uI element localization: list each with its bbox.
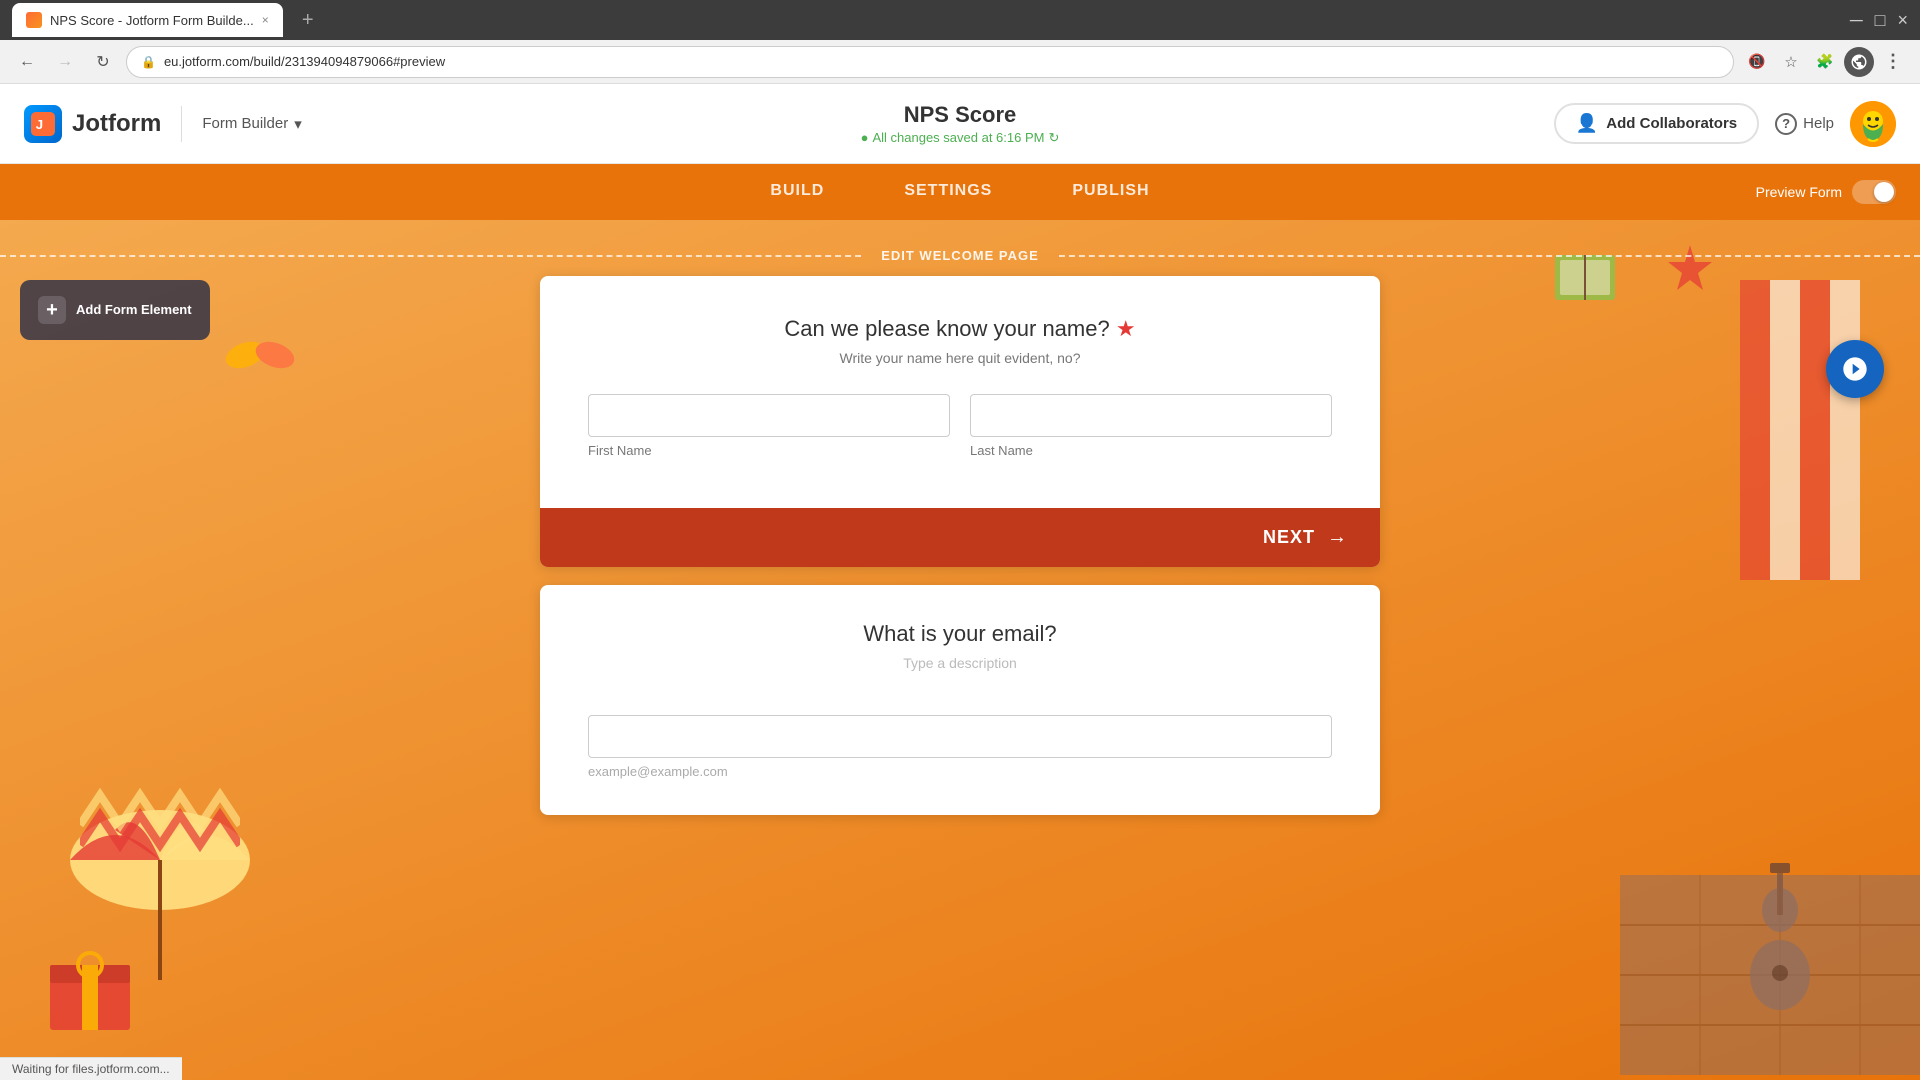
name-fields: First Name Last Name [588,394,1332,458]
status-bar: Waiting for files.jotform.com... [0,1057,182,1080]
email-input-wrap: example@example.com [588,699,1332,779]
flipflops-deco [220,320,300,385]
edit-welcome-text: EDIT WELCOME PAGE [861,242,1059,269]
form-builder-chevron: ▾ [294,115,302,133]
help-button[interactable]: ? Help [1775,113,1834,135]
lock-icon: 🔒 [141,55,156,69]
last-name-field: Last Name [970,394,1332,458]
refresh-button[interactable]: ↻ [88,47,118,77]
back-button[interactable]: ← [12,47,42,77]
email-question-desc: Type a description [588,655,1332,671]
next-arrow-icon: → [1327,526,1348,549]
add-collaborators-button[interactable]: 👤 Add Collaborators [1554,103,1759,144]
preview-form-label: Preview Form [1756,184,1842,200]
name-form-card: Can we please know your name? ★ Write yo… [540,276,1380,567]
email-card-body: What is your email? Type a description e… [540,585,1380,815]
fab-icon [1841,355,1869,383]
bookmark-icon[interactable]: ☆ [1776,47,1806,77]
save-status: ● All changes saved at 6:16 PM ↻ [861,130,1060,146]
form-title: NPS Score [861,102,1060,128]
first-name-label: First Name [588,443,950,458]
header-right: 👤 Add Collaborators ? Help [1554,101,1896,147]
first-name-input[interactable] [588,394,950,437]
form-cards-container: Can we please know your name? ★ Write yo… [540,276,1380,815]
address-bar[interactable]: 🔒 eu.jotform.com/build/231394094879066#p… [126,46,1734,78]
required-star: ★ [1116,316,1136,341]
welcome-line-right [1059,255,1920,257]
preview-form-toggle[interactable]: Preview Form [1756,180,1896,204]
add-plus-icon: + [38,296,66,324]
last-name-label: Last Name [970,443,1332,458]
form-builder-label: Form Builder [202,115,288,132]
more-options-icon[interactable]: ⋮ [1878,47,1908,77]
next-button[interactable]: NEXT → [540,508,1380,567]
help-icon: ? [1775,113,1797,135]
name-question-desc: Write your name here quit evident, no? [588,350,1332,366]
help-label: Help [1803,115,1834,132]
profile-icon[interactable] [1844,47,1874,77]
header-divider [181,106,182,142]
close-window-icon[interactable]: × [1897,10,1908,31]
email-placeholder-hint: example@example.com [588,764,1332,779]
close-tab-button[interactable]: × [262,13,269,27]
new-tab-button[interactable]: + [291,3,325,37]
edit-welcome-banner[interactable]: EDIT WELCOME PAGE [0,242,1920,269]
email-form-card: What is your email? Type a description e… [540,585,1380,815]
browser-titlebar: NPS Score - Jotform Form Builde... × + ─… [0,0,1920,40]
minimize-icon[interactable]: ─ [1850,10,1863,31]
status-text: Waiting for files.jotform.com... [12,1062,170,1076]
app-nav: BUILD SETTINGS PUBLISH Preview Form [0,164,1920,220]
extensions-icon[interactable]: 🧩 [1810,47,1840,77]
svg-text:J: J [36,116,43,131]
stripes-deco [1740,280,1860,580]
app-header: J Jotform Form Builder ▾ NPS Score ● All… [0,84,1920,164]
toggle-knob [1874,182,1894,202]
last-name-input[interactable] [970,394,1332,437]
add-collaborators-label: Add Collaborators [1606,115,1737,132]
incognito-avatar [1844,47,1874,77]
first-name-field: First Name [588,394,950,458]
user-avatar[interactable] [1850,101,1896,147]
maximize-icon[interactable]: □ [1875,10,1886,31]
email-input[interactable] [588,715,1332,758]
jotform-icon: J [24,105,62,143]
tab-build[interactable]: BUILD [730,166,864,219]
nav-tabs: BUILD SETTINGS PUBLISH [730,166,1189,219]
screen-cast-icon[interactable]: 📵 [1742,47,1772,77]
floating-action-button[interactable] [1826,340,1884,398]
add-form-element-button[interactable]: + Add Form Element [20,280,210,340]
blanket-deco [80,775,240,880]
jotform-logo: J Jotform [24,105,161,143]
add-form-element-label: Add Form Element [76,302,192,319]
name-card-body: Can we please know your name? ★ Write yo… [540,276,1380,508]
header-center: NPS Score ● All changes saved at 6:16 PM… [861,102,1060,146]
tab-settings[interactable]: SETTINGS [864,166,1032,219]
name-card-footer: NEXT → [540,508,1380,567]
form-builder-dropdown[interactable]: Form Builder ▾ [202,115,301,133]
person-icon: 👤 [1576,113,1598,134]
tab-favicon [26,12,42,28]
tab-publish[interactable]: PUBLISH [1032,166,1189,219]
forward-button[interactable]: → [50,47,80,77]
form-canvas: EDIT WELCOME PAGE + Add Form Element Can… [0,220,1920,1080]
tab-title: NPS Score - Jotform Form Builde... [50,13,254,28]
gift-deco [40,935,140,1040]
refresh-status-icon[interactable]: ↻ [1048,130,1059,146]
name-question-title: Can we please know your name? ★ [588,316,1332,342]
next-label: NEXT [1263,527,1315,548]
jotform-text: Jotform [72,110,161,138]
browser-tab[interactable]: NPS Score - Jotform Form Builde... × [12,3,283,37]
preview-toggle-switch[interactable] [1852,180,1896,204]
guitar-deco [1740,855,1820,1020]
email-question-title: What is your email? [588,621,1332,647]
welcome-line-left [0,255,861,257]
browser-nav: ← → ↻ 🔒 eu.jotform.com/build/23139409487… [0,40,1920,84]
address-text: eu.jotform.com/build/231394094879066#pre… [164,54,445,69]
